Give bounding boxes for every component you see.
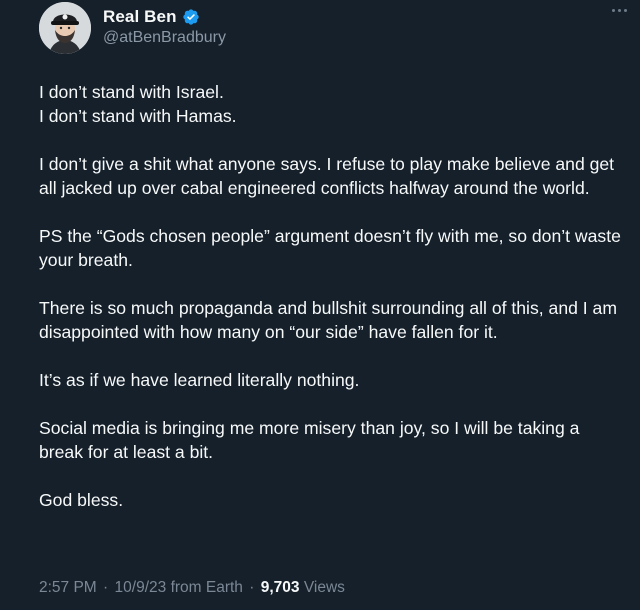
tweet-paragraph: Social media is bringing me more misery … xyxy=(39,418,580,462)
tweet-paragraph: I don’t stand with Israel. I don’t stand… xyxy=(39,82,237,126)
avatar[interactable] xyxy=(39,2,91,54)
tweet-date[interactable]: 10/9/23 xyxy=(115,579,167,596)
verified-badge-icon[interactable] xyxy=(182,8,200,26)
tweet-body: I don’t stand with Israel. I don’t stand… xyxy=(39,80,624,536)
author-handle[interactable]: @atBenBradbury xyxy=(103,29,226,47)
tweet-source: from Earth xyxy=(170,579,243,596)
avatar-photo-icon xyxy=(39,2,91,54)
author-name-row: Real Ben xyxy=(103,6,200,28)
tweet-paragraph: There is so much propaganda and bullshit… xyxy=(39,298,617,342)
tweet-paragraph: It’s as if we have learned literally not… xyxy=(39,370,360,390)
tweet-metadata: 2:57 PM · 10/9/23 from Earth · 9,703 Vie… xyxy=(39,579,345,597)
meta-separator: · xyxy=(249,579,255,596)
meta-separator: · xyxy=(103,579,109,596)
tweet-paragraph: God bless. xyxy=(39,490,124,510)
tweet-paragraph: I don’t give a shit what anyone says. I … xyxy=(39,154,615,198)
author-display-name[interactable]: Real Ben xyxy=(103,7,177,27)
tweet-time[interactable]: 2:57 PM xyxy=(39,579,97,596)
tweet-card: Real Ben @atBenBradbury I don’t stand wi… xyxy=(0,0,640,610)
views-count[interactable]: 9,703 xyxy=(261,579,300,596)
more-options-icon[interactable] xyxy=(612,4,632,16)
tweet-paragraph: PS the “Gods chosen people” argument doe… xyxy=(39,226,621,270)
views-label: Views xyxy=(303,579,345,596)
